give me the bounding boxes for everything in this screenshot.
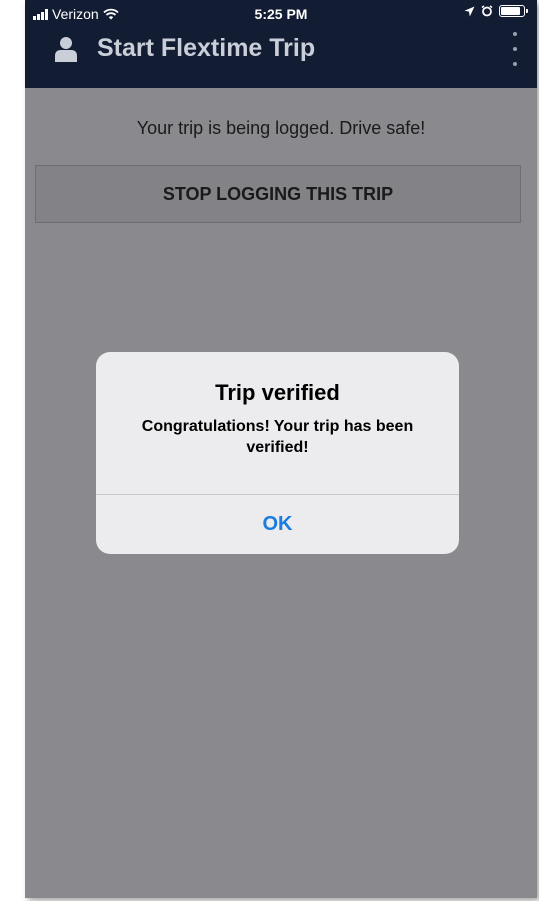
user-icon[interactable] (55, 36, 77, 62)
status-right (464, 5, 528, 17)
alert-ok-button[interactable]: OK (96, 495, 459, 554)
status-bar: Verizon 5:25 PM (25, 0, 537, 28)
battery-icon (499, 5, 528, 17)
nav-bar: Start Flextime Trip (25, 28, 537, 86)
more-vertical-icon[interactable] (511, 32, 519, 66)
logging-status-message: Your trip is being logged. Drive safe! (136, 118, 426, 138)
alert-message: Congratulations! Your trip has been veri… (141, 418, 414, 456)
location-arrow-icon (464, 6, 475, 16)
trip-verified-alert: Trip verified Congratulations! Your trip… (96, 352, 459, 554)
alert-title: Trip verified (215, 380, 340, 405)
status-time: 5:25 PM (254, 6, 308, 22)
phone-screen: Verizon 5:25 PM Start Flextime Trip Your… (25, 0, 537, 898)
page-title: Start Flextime Trip (97, 34, 316, 62)
stop-logging-button[interactable]: STOP LOGGING THIS TRIP (35, 165, 521, 223)
top-bar: Verizon 5:25 PM Start Flextime Trip (25, 0, 537, 88)
alarm-icon (481, 5, 493, 17)
